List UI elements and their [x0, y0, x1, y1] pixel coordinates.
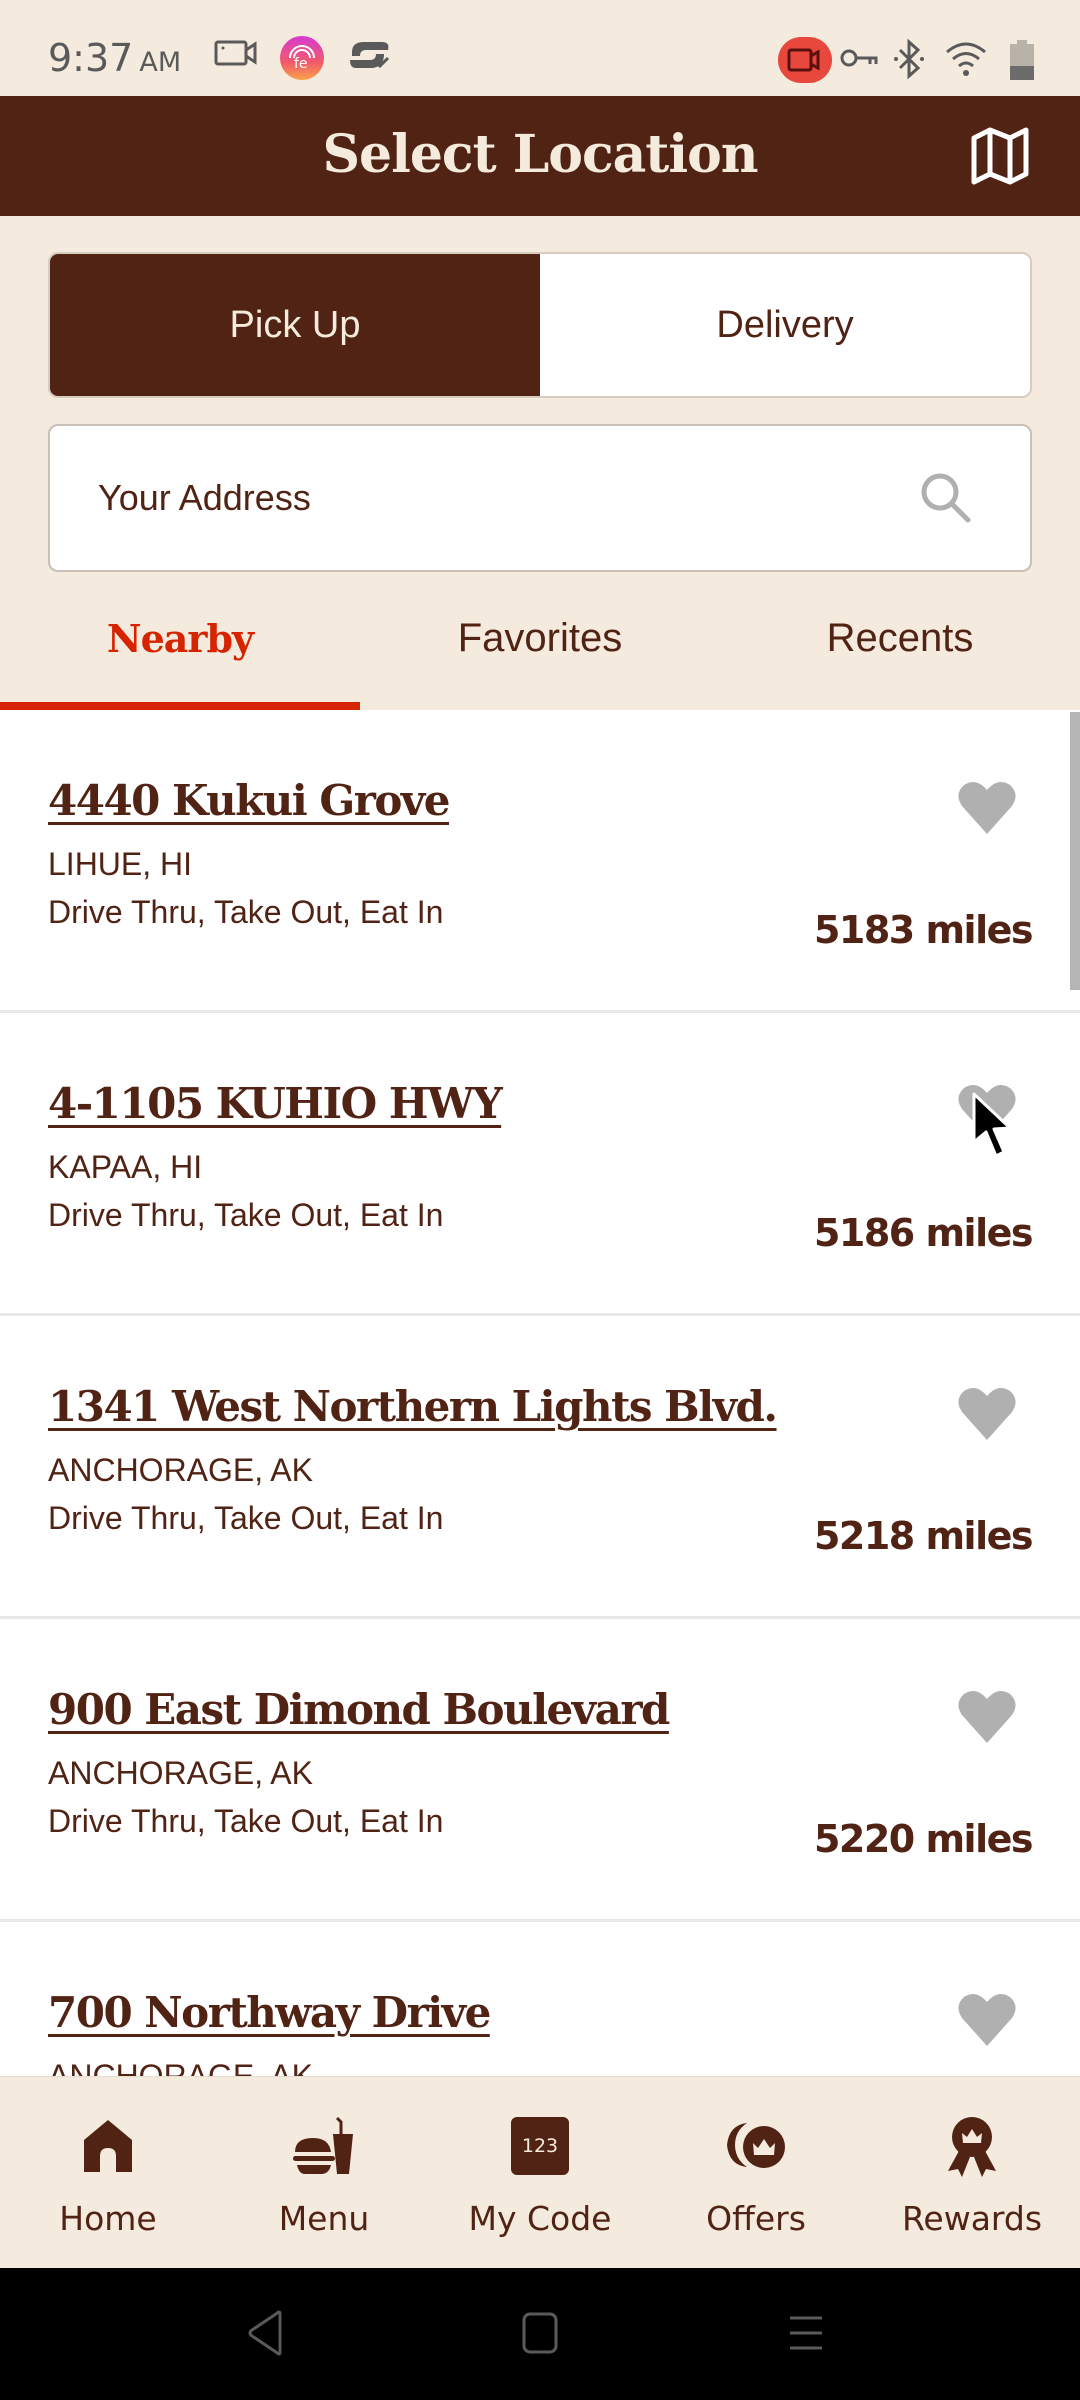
location-distance: 5218 miles — [813, 1514, 1034, 1558]
location-city: ANCHORAGE, AK — [48, 1755, 313, 1791]
location-item[interactable]: 4-1105 KUHIO HWY KAPAA, HI Drive Thru, T… — [0, 1013, 1080, 1316]
nav-offers-label: Offers — [706, 2199, 806, 2238]
location-list: 4440 Kukui Grove LIHUE, HI Drive Thru, T… — [0, 710, 1080, 2078]
location-item[interactable]: 4440 Kukui Grove LIHUE, HI Drive Thru, T… — [0, 710, 1080, 1013]
nav-home[interactable]: Home — [0, 2077, 216, 2268]
status-time: 9:37 AM — [48, 36, 181, 80]
address-input[interactable] — [98, 426, 898, 570]
svg-text:fe: fe — [294, 56, 308, 72]
bottom-nav: Home Menu 123 My Code Offers Rewards — [0, 2076, 1080, 2268]
location-tabs: Nearby Favorites Recents — [0, 596, 1080, 710]
location-name[interactable]: 700 Northway Drive — [48, 1988, 491, 2037]
recent-apps-icon[interactable] — [786, 2310, 826, 2356]
tab-nearby-label: Nearby — [106, 616, 254, 661]
location-item[interactable]: 1341 West Northern Lights Blvd. ANCHORAG… — [0, 1316, 1080, 1619]
delivery-button[interactable]: Delivery — [540, 254, 1030, 396]
location-city: KAPAA, HI — [48, 1149, 203, 1185]
nav-my-code-label: My Code — [468, 2199, 612, 2238]
nav-menu[interactable]: Menu — [216, 2077, 432, 2268]
heart-icon[interactable] — [956, 1689, 1018, 1745]
heart-icon[interactable] — [956, 1083, 1018, 1139]
location-services: Drive Thru, Take Out, Eat In — [48, 1500, 444, 1536]
location-services: Drive Thru, Take Out, Eat In — [48, 894, 444, 930]
location-services: Drive Thru, Take Out, Eat In — [48, 1803, 444, 1839]
nav-offers[interactable]: Offers — [648, 2077, 864, 2268]
app-header: Select Location — [0, 96, 1080, 216]
address-field — [48, 424, 1032, 572]
nav-home-label: Home — [59, 2199, 157, 2238]
order-type-toggle: Pick Up Delivery — [48, 252, 1032, 398]
status-bar: 9:37 AM fe — [0, 0, 1080, 96]
bluetooth-icon — [894, 38, 924, 80]
nav-rewards[interactable]: Rewards — [864, 2077, 1080, 2268]
nav-rewards-label: Rewards — [901, 2199, 1043, 2238]
system-nav-bar — [0, 2268, 1080, 2400]
location-city: LIHUE, HI — [48, 846, 193, 882]
tab-active-indicator — [0, 702, 360, 710]
search-icon[interactable] — [918, 470, 974, 526]
location-name[interactable]: 1341 West Northern Lights Blvd. — [48, 1382, 778, 1431]
location-name[interactable]: 900 East Dimond Boulevard — [48, 1685, 670, 1734]
wifi-icon — [946, 42, 986, 76]
sync-check-icon — [350, 42, 390, 69]
rewards-icon — [948, 2117, 996, 2177]
recording-active-icon — [778, 37, 832, 83]
tab-recents-label: Recents — [826, 616, 974, 660]
location-item[interactable]: 700 Northway Drive ANCHORAGE, AK — [0, 1922, 1080, 2078]
list-scrollbar[interactable] — [1070, 712, 1080, 990]
home-button-icon[interactable] — [520, 2310, 560, 2356]
menu-food-icon — [293, 2116, 353, 2174]
ampm-text: AM — [139, 47, 182, 78]
screen-record-icon — [214, 40, 257, 66]
tab-favorites-label: Favorites — [457, 616, 623, 660]
vpn-key-icon — [840, 49, 878, 67]
location-name[interactable]: 4-1105 KUHIO HWY — [48, 1079, 503, 1128]
location-distance: 5186 miles — [813, 1211, 1034, 1255]
location-city: ANCHORAGE, AK — [48, 1452, 313, 1488]
back-icon[interactable] — [246, 2310, 286, 2356]
code-icon: 123 — [511, 2117, 569, 2175]
battery-icon — [1010, 40, 1034, 80]
heart-icon[interactable] — [956, 1386, 1018, 1442]
location-item[interactable]: 900 East Dimond Boulevard ANCHORAGE, AK … — [0, 1619, 1080, 1922]
pickup-button[interactable]: Pick Up — [50, 254, 540, 396]
location-city: ANCHORAGE, AK — [48, 2058, 313, 2078]
location-services: Drive Thru, Take Out, Eat In — [48, 1197, 444, 1233]
location-name[interactable]: 4440 Kukui Grove — [48, 776, 450, 825]
tab-nearby[interactable]: Nearby — [0, 596, 360, 710]
offers-icon — [727, 2123, 785, 2168]
time-text: 9:37 — [48, 36, 134, 80]
tab-favorites[interactable]: Favorites — [360, 596, 720, 710]
location-distance: 5220 miles — [813, 1817, 1034, 1861]
app-notification-icon: fe — [280, 36, 324, 80]
nav-my-code[interactable]: 123 My Code — [432, 2077, 648, 2268]
page-title: Select Location — [322, 124, 758, 185]
map-icon[interactable] — [968, 124, 1032, 188]
tab-recents[interactable]: Recents — [720, 596, 1080, 710]
location-distance: 5183 miles — [813, 908, 1034, 952]
heart-icon[interactable] — [956, 780, 1018, 836]
heart-icon[interactable] — [956, 1992, 1018, 2048]
nav-menu-label: Menu — [278, 2199, 370, 2238]
home-icon — [84, 2120, 132, 2172]
